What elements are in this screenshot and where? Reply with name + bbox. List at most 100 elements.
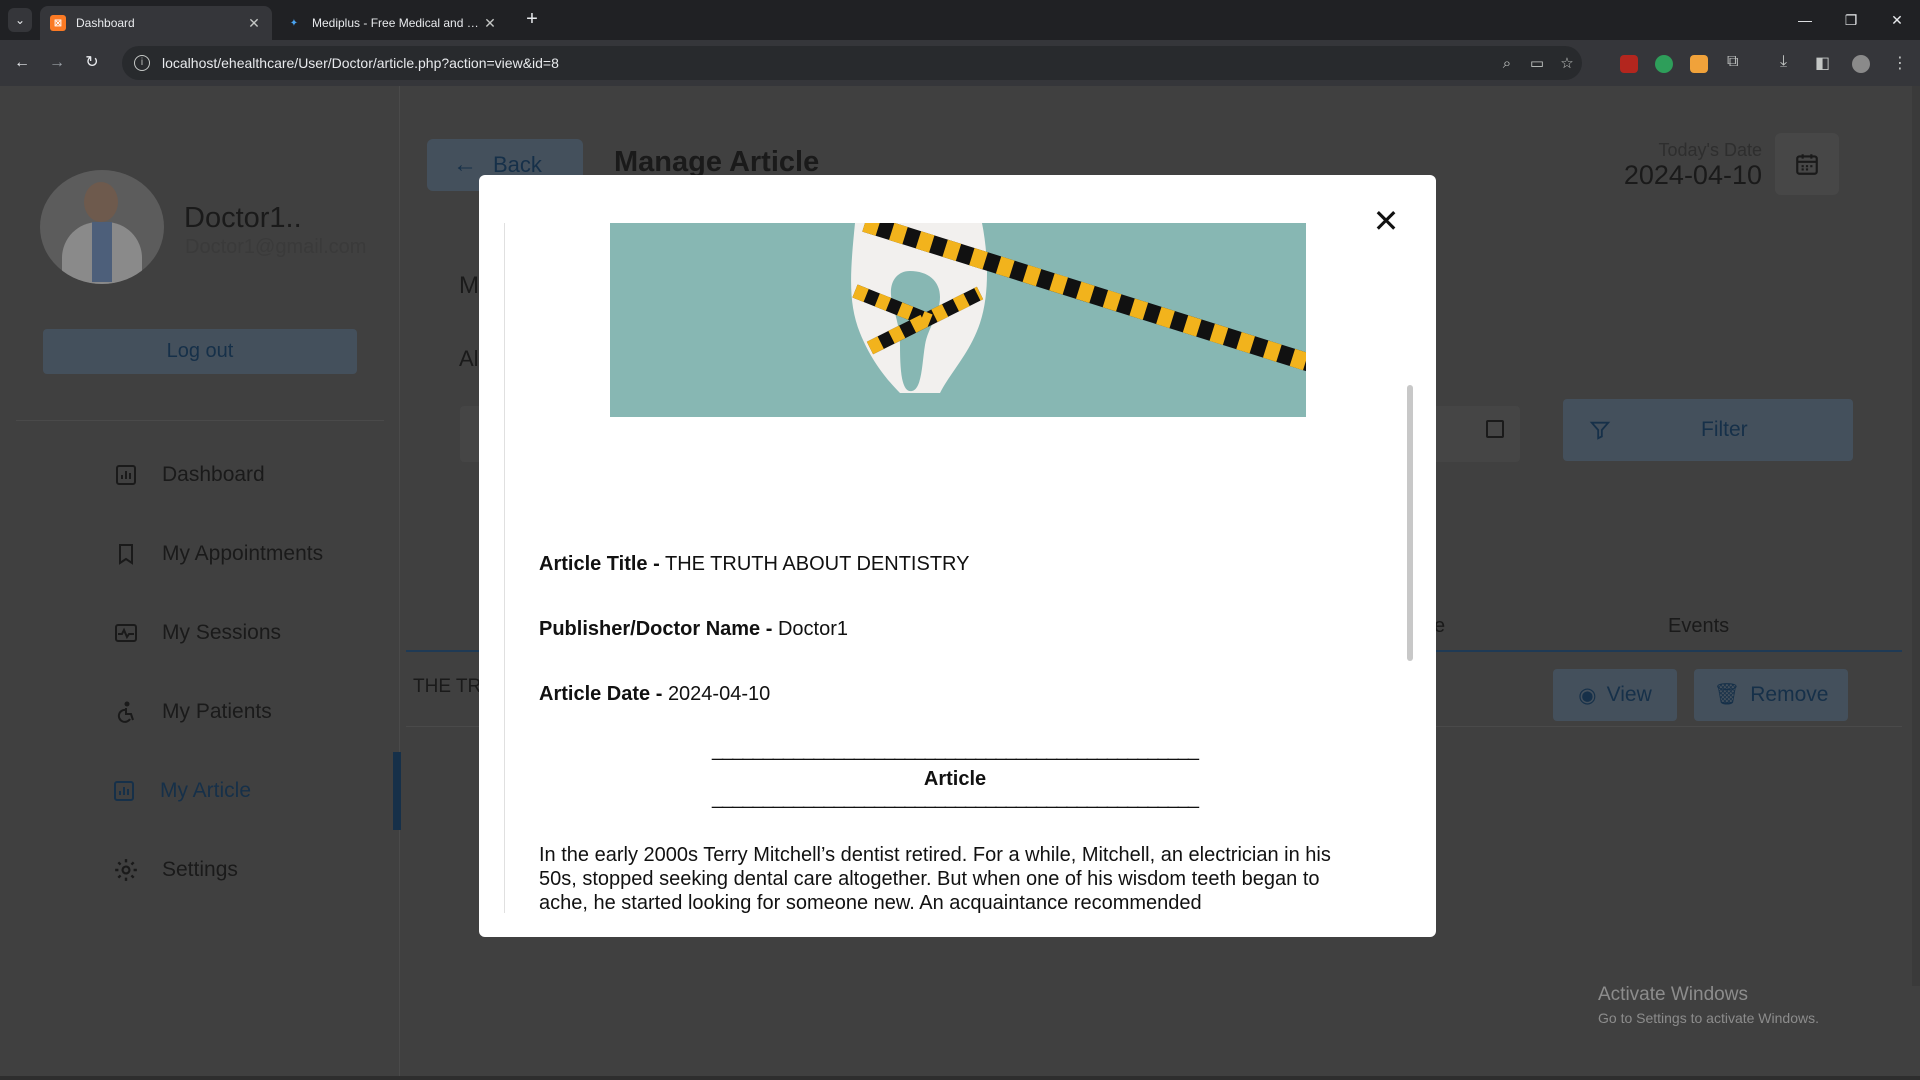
article-view-modal: ✕ Article Title - THE TRUTH ABOUT DENTIS…: [479, 175, 1436, 937]
modal-scrollbar[interactable]: [1405, 223, 1415, 913]
card-icon[interactable]: ▭: [1522, 54, 1552, 72]
new-tab-button[interactable]: +: [520, 8, 544, 32]
active-indicator: [393, 752, 401, 830]
article-title-label: Article Title -: [539, 553, 660, 575]
todays-date-label: Today's Date: [1658, 140, 1763, 160]
bottom-edge: [0, 1076, 1920, 1080]
activate-subtitle: Go to Settings to activate Windows.: [1598, 1010, 1819, 1026]
activate-title: Activate Windows: [1598, 984, 1748, 1005]
trash-icon: 🗑: [1713, 683, 1741, 706]
publisher-field: Publisher/Doctor Name - Doctor1: [539, 618, 848, 641]
section-heading-fragment: M: [459, 272, 479, 299]
sidebar-item-settings[interactable]: Settings: [112, 852, 238, 888]
extensions-puzzle-icon[interactable]: ⧉: [1727, 53, 1738, 71]
sidebar-item-sessions[interactable]: My Sessions: [112, 615, 281, 651]
mediplus-favicon-icon: ✦: [289, 17, 299, 29]
article-date-field: Article Date - 2024-04-10: [539, 683, 770, 706]
remove-button[interactable]: 🗑 Remove: [1694, 669, 1848, 721]
close-window-icon[interactable]: ✕: [1874, 0, 1920, 40]
patients-icon: [112, 698, 140, 726]
all-articles-fragment: Al: [459, 346, 479, 371]
modal-scrollbar-thumb[interactable]: [1407, 385, 1413, 661]
sidebar-item-label: My Patients: [162, 700, 272, 723]
sidebar-item-patients[interactable]: My Patients: [112, 694, 272, 730]
profile-avatar-icon[interactable]: [1852, 55, 1870, 73]
logout-button[interactable]: Log out: [43, 329, 357, 374]
minimize-icon[interactable]: —: [1782, 0, 1828, 40]
window-controls: — ❐ ✕: [1782, 0, 1920, 40]
filter-label: Filter: [1701, 418, 1748, 441]
article-date-label: Article Date -: [539, 683, 663, 705]
remove-label: Remove: [1750, 683, 1829, 706]
tab-search-button[interactable]: ⌄: [8, 8, 32, 32]
green-extension-icon[interactable]: [1655, 55, 1673, 73]
download-icon[interactable]: ⤓: [1780, 53, 1787, 71]
funnel-icon: [1589, 421, 1611, 440]
doctor-avatar: [40, 170, 164, 284]
restore-icon[interactable]: ❐: [1828, 0, 1874, 40]
view-label: View: [1606, 683, 1652, 706]
dashboard-icon: [112, 461, 140, 489]
close-tab-icon[interactable]: ✕: [246, 15, 262, 32]
separator-top: ________________________________________…: [712, 739, 1199, 761]
todays-date-value: 2024-04-10: [1623, 160, 1762, 190]
article-title-value: THE TRUTH ABOUT DENTISTRY: [664, 553, 970, 575]
zoom-icon[interactable]: ⌕: [1492, 55, 1522, 72]
article-date-value: 2024-04-10: [667, 683, 771, 705]
sidebar-divider: [16, 420, 384, 421]
sidebar-item-article[interactable]: My Article: [110, 773, 251, 809]
view-button[interactable]: ◉ View: [1553, 669, 1677, 721]
article-icon: [110, 777, 138, 805]
page-scrollbar[interactable]: [1912, 86, 1920, 986]
address-bar[interactable]: i localhost/ehealthcare/User/Doctor/arti…: [122, 46, 1582, 80]
arrow-left-icon: ←: [453, 151, 477, 178]
sidebar: Doctor1.. Doctor1@gmail.com Log out Dash…: [0, 86, 401, 1080]
table-row-title-fragment: THE TR: [413, 676, 482, 697]
filter-button[interactable]: Filter: [1563, 399, 1853, 461]
tab-title: Dashboard: [76, 16, 135, 30]
eye-icon: ◉: [1578, 683, 1597, 707]
tab-mediplus[interactable]: ✦ Mediplus - Free Medical and Do ✕: [276, 6, 508, 40]
bookmark-star-icon[interactable]: ☆: [1552, 54, 1582, 72]
xampp-favicon-icon: ⊠: [50, 15, 66, 31]
publisher-value: Doctor1: [777, 618, 848, 640]
sessions-icon: [112, 619, 140, 647]
sidebar-item-label: Settings: [162, 858, 238, 881]
sidebar-item-appointments[interactable]: My Appointments: [112, 536, 323, 572]
back-arrow-icon[interactable]: ←: [10, 51, 34, 75]
sidebar-item-dashboard[interactable]: Dashboard: [112, 457, 265, 493]
browser-tab-bar: ⌄ ⊠ Dashboard ✕ ✦ Mediplus - Free Medica…: [0, 0, 1920, 40]
calendar-icon: [1796, 154, 1818, 175]
gear-icon: [112, 856, 140, 884]
forward-arrow-icon[interactable]: →: [45, 51, 69, 75]
article-title-field: Article Title - THE TRUTH ABOUT DENTISTR…: [539, 553, 969, 576]
url-text[interactable]: localhost/ehealthcare/User/Doctor/articl…: [162, 55, 1492, 71]
browser-menu-icon[interactable]: ⋮: [1892, 53, 1908, 73]
sidebar-item-label: My Sessions: [162, 621, 282, 644]
reload-icon[interactable]: ↻: [80, 51, 104, 75]
sidebar-item-label: My Article: [160, 779, 252, 802]
ublock-extension-icon[interactable]: [1620, 55, 1638, 73]
modal-content: Article Title - THE TRUTH ABOUT DENTISTR…: [504, 223, 1404, 913]
article-hero-image: [610, 223, 1306, 417]
calendar-button[interactable]: [1775, 133, 1839, 195]
tab-title: Mediplus - Free Medical and Do: [312, 16, 482, 30]
windows-activation-watermark: Activate Windows Go to Settings to activ…: [1598, 984, 1819, 1026]
publisher-label: Publisher/Doctor Name -: [539, 618, 773, 640]
article-body: In the early 2000s Terry Mitchell’s dent…: [539, 844, 1331, 913]
site-info-icon[interactable]: i: [134, 55, 150, 71]
sidebar-item-label: Dashboard: [162, 463, 265, 486]
doctor-email: Doctor1@gmail.com: [185, 236, 367, 258]
orange-extension-icon[interactable]: [1690, 55, 1708, 73]
separator-bottom: ________________________________________…: [712, 787, 1199, 809]
bookmark-icon: [112, 540, 140, 568]
date-picker-icon[interactable]: [1486, 420, 1504, 438]
sidebar-item-label: My Appointments: [162, 542, 324, 565]
table-header-events: Events: [1668, 615, 1730, 637]
browser-toolbar: ← → ↻ i localhost/ehealthcare/User/Docto…: [0, 40, 1920, 86]
close-tab-icon[interactable]: ✕: [482, 15, 498, 32]
doctor-name: Doctor1..: [184, 202, 302, 234]
tab-dashboard[interactable]: ⊠ Dashboard ✕: [40, 6, 272, 40]
side-panel-icon[interactable]: ◧: [1815, 53, 1830, 73]
chevron-down-icon: ⌄: [14, 13, 26, 27]
